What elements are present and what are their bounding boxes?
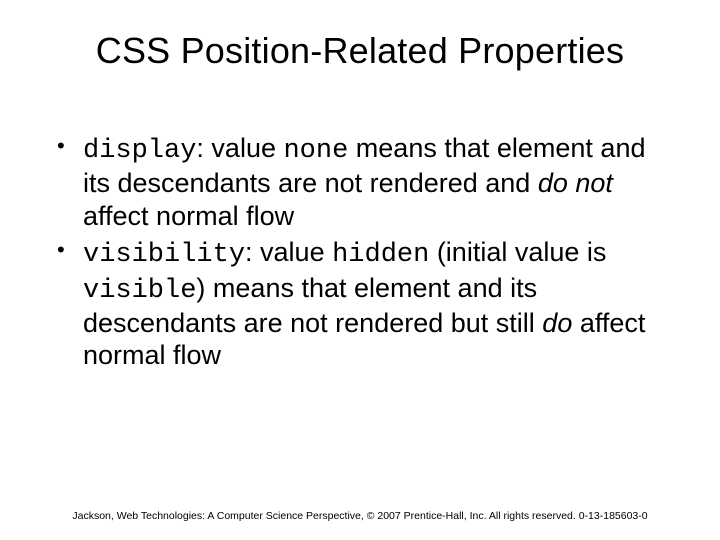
body-text: affect normal flow xyxy=(83,201,294,231)
bullet-dot-icon: • xyxy=(57,245,67,255)
code-text: hidden xyxy=(332,240,429,270)
slide-title: CSS Position-Related Properties xyxy=(0,30,720,72)
slide-body: • display: value none means that element… xyxy=(55,132,670,376)
body-text: (initial value is xyxy=(429,237,606,267)
bullet-item: • display: value none means that element… xyxy=(55,132,670,232)
body-text: : value xyxy=(196,133,283,163)
slide: CSS Position-Related Properties • displa… xyxy=(0,0,720,540)
bullet-item: • visibility: value hidden (initial valu… xyxy=(55,236,670,372)
bullet-dot-icon: • xyxy=(57,141,67,151)
code-text: display xyxy=(83,136,196,166)
code-text: none xyxy=(283,136,348,166)
code-text: visibility xyxy=(83,240,245,270)
code-text: visible xyxy=(83,276,196,306)
body-text: : value xyxy=(245,237,332,267)
italic-text: do not xyxy=(538,168,613,198)
slide-footer: Jackson, Web Technologies: A Computer Sc… xyxy=(0,510,720,522)
italic-text: do xyxy=(542,308,572,338)
